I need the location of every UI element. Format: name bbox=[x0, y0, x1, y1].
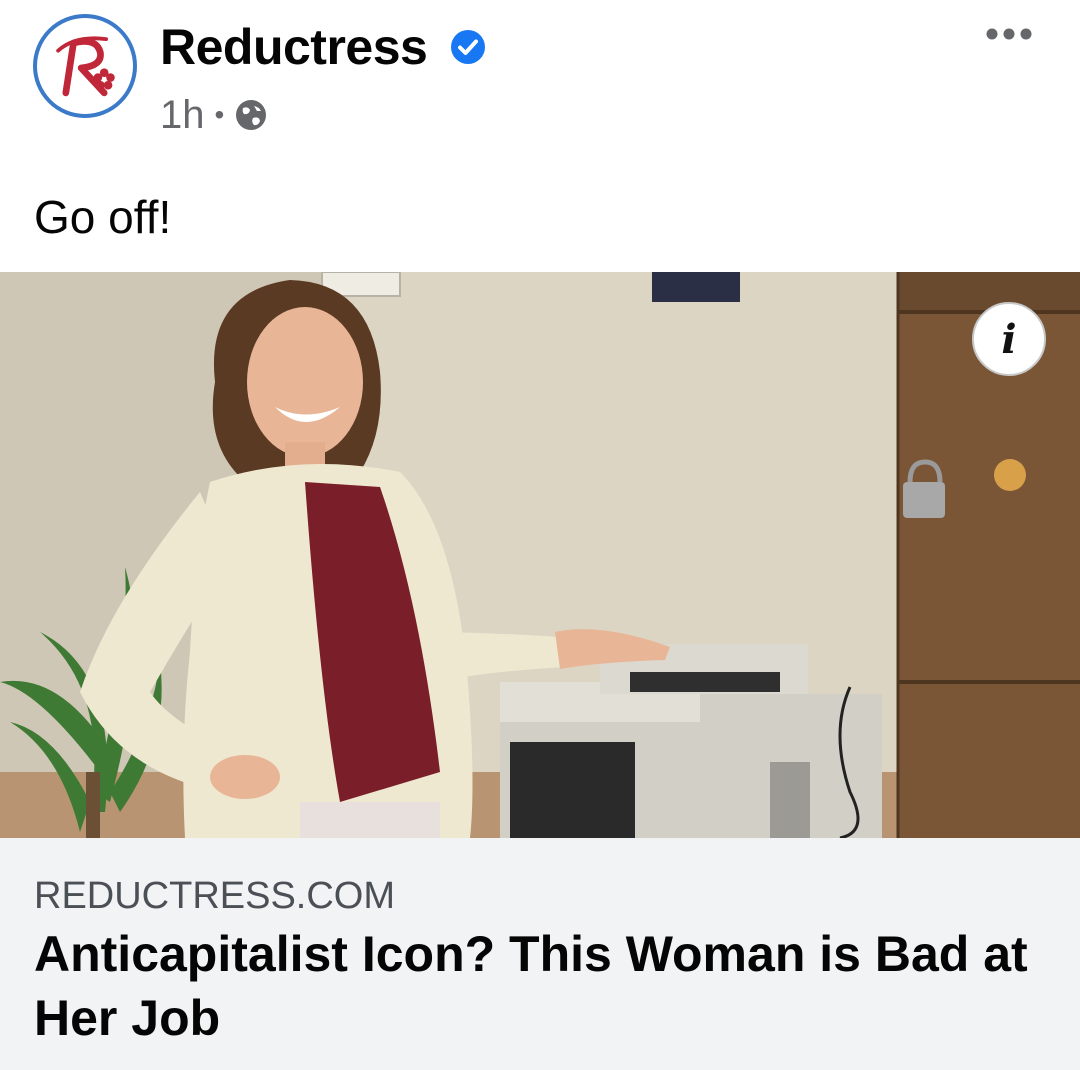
page-name[interactable]: Reductress bbox=[160, 16, 428, 78]
post-meta: 1h • bbox=[160, 90, 268, 140]
info-icon[interactable]: i bbox=[972, 302, 1046, 376]
page-avatar[interactable] bbox=[33, 14, 137, 118]
more-options-icon[interactable] bbox=[984, 22, 1034, 46]
link-domain: REDUCTRESS.COM bbox=[34, 875, 396, 917]
post-caption: Go off! bbox=[34, 191, 172, 243]
verified-badge-icon bbox=[451, 30, 485, 64]
post-timestamp[interactable]: 1h bbox=[160, 93, 205, 138]
office-photo bbox=[0, 272, 1080, 838]
post-header: Reductress 1h • bbox=[0, 0, 1080, 150]
meta-separator: • bbox=[214, 99, 225, 130]
link-title[interactable]: Anticapitalist Icon? This Woman is Bad a… bbox=[34, 922, 1044, 1050]
globe-icon bbox=[236, 100, 267, 130]
reductress-logo bbox=[38, 19, 132, 113]
link-preview-image[interactable] bbox=[0, 272, 1080, 838]
